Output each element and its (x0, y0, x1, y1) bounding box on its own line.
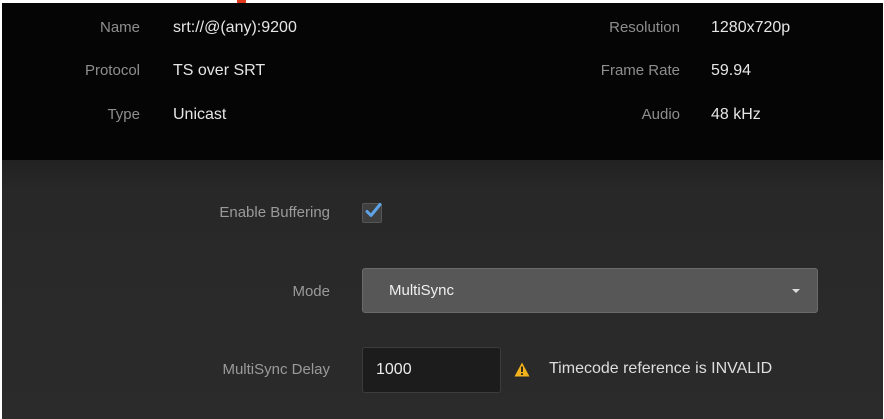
audio-value: 48 kHz (711, 106, 761, 123)
type-value: Unicast (173, 106, 227, 123)
mode-dropdown[interactable]: MultiSync (362, 268, 818, 313)
timecode-warning-text: Timecode reference is INVALID (549, 360, 773, 377)
audio-label: Audio (641, 106, 680, 123)
multisync-delay-label: MultiSync Delay (222, 361, 330, 378)
frame-rate-label: Frame Rate (600, 62, 680, 79)
chevron-down-icon (792, 289, 800, 293)
resolution-value: 1280x720p (711, 19, 791, 36)
mode-selected-value: MultiSync (389, 282, 455, 299)
stream-settings-window: Name srt://@(any):9200 Protocol TS over … (0, 0, 884, 419)
enable-buffering-checkbox[interactable] (362, 203, 382, 223)
protocol-label: Protocol (84, 62, 140, 79)
resolution-label: Resolution (609, 19, 680, 36)
enable-buffering-label: Enable Buffering (219, 204, 330, 221)
mode-label: Mode (292, 283, 330, 300)
type-label: Type (107, 106, 140, 123)
name-label: Name (99, 19, 140, 36)
name-value: srt://@(any):9200 (173, 19, 297, 36)
multisync-delay-input[interactable] (362, 347, 501, 393)
frame-rate-value: 59.94 (711, 62, 752, 79)
protocol-value: TS over SRT (173, 62, 266, 79)
checkmark-icon (365, 203, 382, 217)
warning-triangle-icon (514, 362, 530, 377)
